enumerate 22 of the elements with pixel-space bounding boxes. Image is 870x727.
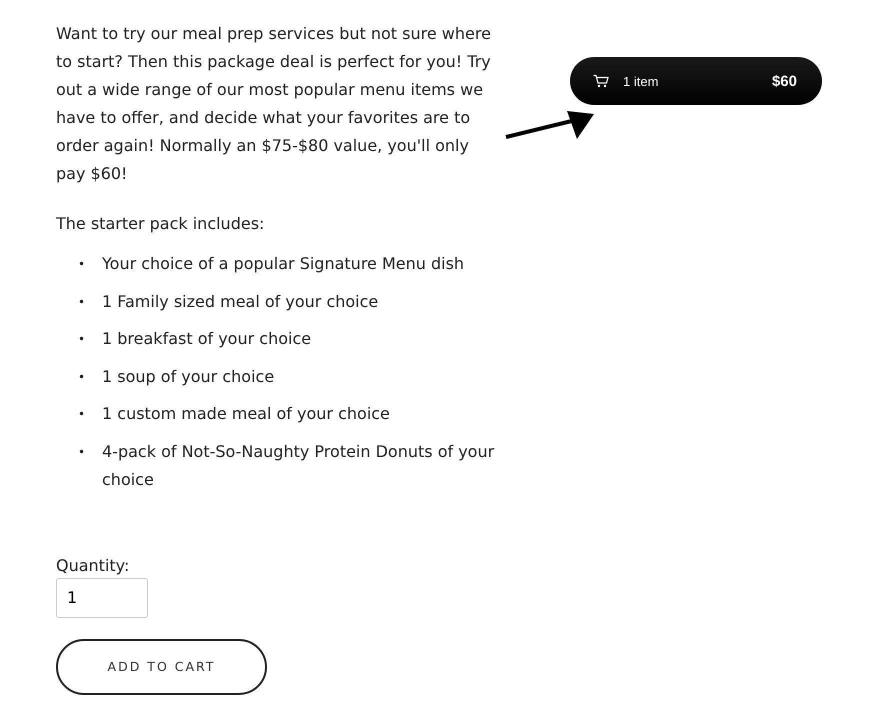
list-item-text: 1 custom made meal of your choice — [102, 403, 391, 425]
list-item-text: 1 soup of your choice — [102, 366, 276, 388]
quantity-field[interactable]: 1 — [56, 578, 148, 618]
product-description: Want to try our meal prep services but not sure where to start? Then this package deal is perfect for you! Try out a wide range of our most popular menu items we have to offer, and decide what your favorites are to order again! Normally an $75-$80 value, you'll only pay $60! — [56, 23, 492, 185]
add-to-cart-button[interactable]: ADD TO CART — [56, 638, 267, 694]
list-item-text: 1 Family sized meal of your choice — [102, 290, 380, 312]
list-item-text: Your choice of a popular Signature Menu dish — [102, 253, 466, 275]
bullet: • — [77, 444, 86, 460]
bullet: • — [77, 294, 86, 310]
cart-icon — [593, 74, 609, 88]
cart-total: $60 — [772, 72, 797, 90]
includes-heading: The starter pack includes: — [56, 213, 266, 235]
quantity-label: Quantity: — [56, 556, 130, 574]
cart-summary-button[interactable]: 1 item $60 — [570, 57, 822, 105]
list-item-text: 1 breakfast of your choice — [102, 328, 312, 350]
arrow-icon — [505, 109, 595, 141]
bullet: • — [77, 368, 86, 386]
bullet: • — [77, 256, 86, 273]
bullet: • — [77, 406, 86, 423]
list-item-text: 4-pack of Not-So-Naughty Protein Donuts of your choice — [102, 440, 496, 490]
bullet: • — [77, 331, 86, 348]
cart-item-count: 1 item — [623, 74, 660, 88]
